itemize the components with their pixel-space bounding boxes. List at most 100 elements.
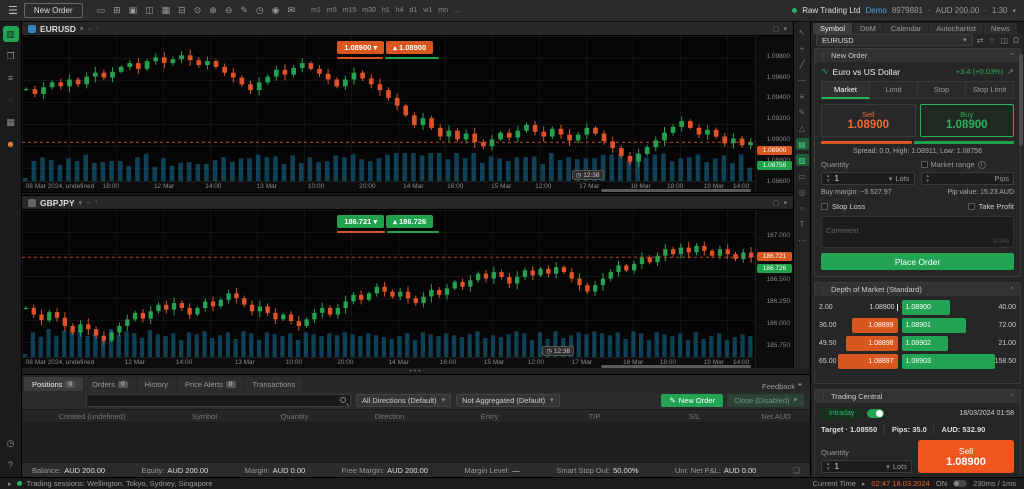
chart-symbol-label[interactable]: EURUSD bbox=[40, 24, 76, 34]
feedback-link[interactable]: Feedback ❞ bbox=[762, 382, 808, 391]
pencil-icon[interactable]: ✎ bbox=[796, 106, 809, 118]
chevron-down-icon[interactable]: ▾ bbox=[1012, 7, 1016, 15]
drag-handle-icon[interactable]: ⋮ bbox=[820, 52, 827, 60]
drag-handle-icon[interactable]: ⋮ bbox=[820, 286, 827, 294]
add-indicator-icon[interactable]: + bbox=[96, 25, 100, 32]
chevron-down-icon[interactable]: ▾ bbox=[80, 25, 84, 33]
column-header-direction[interactable]: Direction bbox=[342, 412, 437, 421]
plan-toggle[interactable] bbox=[867, 409, 885, 418]
trade-icon[interactable]: ▥ bbox=[2, 26, 19, 42]
timeframe-m15[interactable]: m15 bbox=[343, 7, 357, 14]
timeframe-mn[interactable]: mn bbox=[438, 7, 448, 14]
tab-dom[interactable]: DoM bbox=[853, 23, 883, 34]
section-header[interactable]: ⋮ Trading Central ⌃ bbox=[815, 390, 1020, 403]
stepper-arrows-icon[interactable]: ▲ ▼ bbox=[826, 461, 830, 471]
indicator-icon[interactable]: ▧ bbox=[795, 154, 809, 166]
quantity-stepper[interactable]: ▲ ▼ 1 ▾ Lots bbox=[821, 172, 915, 185]
layout-grid-icon[interactable]: ▦ bbox=[162, 6, 171, 15]
timeframe-m5[interactable]: m5 bbox=[327, 7, 337, 14]
timeframe-h1[interactable]: h1 bbox=[382, 7, 390, 14]
column-header-symbol[interactable]: Symbol bbox=[162, 412, 247, 421]
stop-loss-checkbox[interactable] bbox=[821, 203, 828, 210]
chart-window-icon[interactable]: ▭ bbox=[97, 6, 106, 15]
columns-settings-icon[interactable]: ❏ bbox=[793, 466, 800, 475]
zoom-out-icon[interactable]: ⊖ bbox=[225, 6, 233, 15]
link-chart-icon[interactable]: ⌁ bbox=[86, 199, 90, 207]
new-order-button[interactable]: New Order bbox=[23, 3, 83, 18]
column-header-net-aud[interactable]: Net AUD bbox=[742, 412, 810, 421]
comment-field[interactable]: Comment 0/100 bbox=[821, 216, 1014, 248]
cursor-icon[interactable]: ↖ bbox=[796, 26, 809, 38]
layout-custom-icon[interactable]: ⊟ bbox=[178, 6, 186, 15]
status-toggle[interactable] bbox=[953, 480, 968, 487]
symbol-select[interactable]: EURUSD ▾ bbox=[816, 34, 973, 46]
trendline-icon[interactable]: ╱ bbox=[796, 58, 809, 70]
chart-plot-area[interactable]: 186.721 ▾ ▴ 186.726 08 Mar 2024, undefin… bbox=[22, 210, 755, 368]
copy-trading-icon[interactable]: ❐ bbox=[3, 48, 19, 64]
magnet-icon[interactable]: ◎ bbox=[796, 186, 809, 198]
collapse-icon[interactable]: ⌃ bbox=[1009, 393, 1015, 401]
ask-price-pill[interactable]: 1.08900 bbox=[901, 300, 950, 315]
chart-plot-area[interactable]: 1.08900 ▾ ▴ 1.08900 08 Mar 2024, undefin… bbox=[22, 36, 755, 192]
text-tool-icon[interactable]: T bbox=[796, 218, 809, 230]
dom-ask-row[interactable]: 1.08901 72.00 bbox=[901, 318, 1016, 333]
zoom-in-icon[interactable]: ⊕ bbox=[209, 6, 217, 15]
section-header[interactable]: ⋮ Depth of Market (Standard) ⌃ bbox=[815, 283, 1020, 296]
column-header-entry[interactable]: Entry bbox=[437, 412, 542, 421]
place-order-button[interactable]: Place Order bbox=[821, 253, 1014, 270]
watchlist-icon[interactable]: ◉ bbox=[272, 6, 280, 15]
search-box[interactable] bbox=[86, 393, 351, 407]
info-icon[interactable]: i bbox=[977, 160, 986, 169]
take-profit-checkbox[interactable] bbox=[967, 203, 975, 210]
account-widget[interactable]: Raw Trading Ltd Demo 8979881 · AUD 200.0… bbox=[792, 6, 1016, 15]
dom-bid-row[interactable]: 36.00 1.08899 bbox=[819, 318, 898, 333]
timeframe-m1[interactable]: m1 bbox=[311, 7, 321, 14]
analyze-icon[interactable]: ◌ bbox=[3, 92, 19, 108]
help-icon[interactable]: ? bbox=[3, 457, 19, 473]
plugins-icon[interactable]: ▦ bbox=[3, 114, 19, 130]
history-clock-icon[interactable]: ◷ bbox=[3, 435, 19, 451]
timeframe-...[interactable]: ... bbox=[454, 7, 460, 14]
quick-sell-button[interactable]: 1.08900 ▾ bbox=[337, 41, 385, 54]
pattern-icon[interactable]: ▤ bbox=[795, 138, 809, 150]
ask-price-pill[interactable]: 1.08902 bbox=[901, 336, 948, 351]
quick-buy-button[interactable]: ▴ 186.726 bbox=[386, 215, 434, 228]
clock-icon[interactable]: ◷ bbox=[256, 6, 264, 15]
dom-ask-row[interactable]: 1.08902 21.00 bbox=[901, 336, 1016, 351]
market-range-stepper[interactable]: ▲ ▼ Pips bbox=[920, 172, 1014, 185]
dom-ask-row[interactable]: 1.08900 40.00 bbox=[901, 300, 1016, 315]
chart-menu-icon[interactable]: ▾ bbox=[783, 199, 787, 207]
tab-price-alerts[interactable]: Price Alerts 0 bbox=[176, 377, 244, 391]
market-range-checkbox[interactable] bbox=[920, 161, 928, 168]
shapes-icon[interactable]: △ bbox=[796, 122, 809, 134]
draw-icon[interactable]: ✎ bbox=[240, 6, 248, 15]
order-tab-market[interactable]: Market bbox=[821, 81, 870, 99]
aggregation-filter-select[interactable]: Not Aggregated (Default) ▾ bbox=[456, 393, 560, 407]
zoom-area-icon[interactable]: ○ bbox=[796, 202, 809, 214]
hamburger-menu-icon[interactable]: ☰ bbox=[8, 4, 18, 17]
sell-price-button[interactable]: Sell 1.08900 bbox=[821, 104, 916, 137]
timeframe-m30[interactable]: m30 bbox=[362, 7, 376, 14]
search-input[interactable] bbox=[91, 395, 340, 405]
order-tab-limit[interactable]: Limit bbox=[870, 81, 918, 99]
dom-bid-row[interactable]: 65.00 1.08897 bbox=[819, 354, 898, 369]
dom-bid-row[interactable]: 49.50 1.08898 bbox=[819, 336, 898, 351]
add-indicator-icon[interactable]: + bbox=[94, 199, 98, 206]
timeframe-d1[interactable]: d1 bbox=[409, 7, 417, 14]
ask-price-pill[interactable]: 1.08901 bbox=[901, 318, 966, 333]
positions-table-body[interactable] bbox=[22, 423, 810, 462]
timeframe-h4[interactable]: h4 bbox=[396, 7, 404, 14]
close-all-button[interactable]: Close (Disabled) ▾ bbox=[727, 393, 804, 407]
dom-bid-row[interactable]: 2.00 1.08900 bbox=[819, 300, 898, 315]
collapse-icon[interactable]: ⌃ bbox=[1009, 52, 1015, 60]
tab-transactions[interactable]: Transactions bbox=[244, 377, 304, 391]
buy-price-button[interactable]: Buy 1.08900 bbox=[919, 104, 1014, 137]
new-order-button-bottom[interactable]: ✎ New Order bbox=[661, 393, 724, 407]
vertical-scrollbar[interactable] bbox=[1019, 54, 1023, 146]
chart-symbol-label[interactable]: GBPJPY bbox=[40, 198, 75, 208]
direction-filter-select[interactable]: All Directions (Default) ▾ bbox=[356, 393, 452, 407]
stop-loss-toggle[interactable]: Stop Loss bbox=[821, 202, 865, 211]
share-icon[interactable]: ⇗ bbox=[1007, 67, 1014, 76]
column-header-quantity[interactable]: Quantity bbox=[247, 412, 342, 421]
tc-quantity-stepper[interactable]: ▲ ▼ 1 ▾ Lots bbox=[821, 460, 912, 473]
